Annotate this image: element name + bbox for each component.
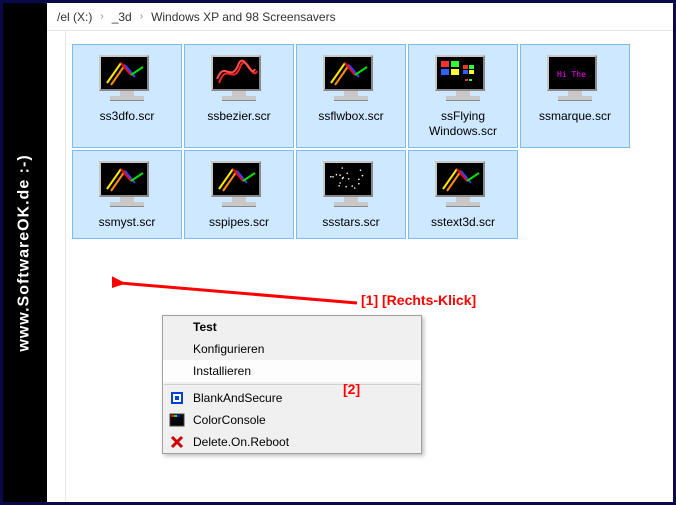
screensaver-icon bbox=[323, 161, 379, 209]
screensaver-icon bbox=[211, 161, 267, 209]
file-explorer-window: /el (X:) › _3d › Windows XP and 98 Scree… bbox=[47, 3, 673, 502]
file-item[interactable]: ssbezier.scr bbox=[185, 45, 293, 147]
menu-label: BlankAndSecure bbox=[193, 391, 282, 405]
svg-text:Hi The: Hi The bbox=[557, 70, 586, 79]
screensaver-icon bbox=[99, 161, 155, 209]
file-label: ssFlying Windows.scr bbox=[411, 109, 515, 139]
pane-divider[interactable] bbox=[65, 31, 66, 502]
file-label: ssmarque.scr bbox=[523, 109, 627, 124]
watermark-sidebar: www.SoftwareOK.de :-) bbox=[3, 3, 47, 502]
breadcrumb-part[interactable]: Windows XP and 98 Screensavers bbox=[147, 10, 340, 24]
screensaver-icon: Hi The bbox=[547, 55, 603, 103]
file-item[interactable]: ss3dfo.scr bbox=[73, 45, 181, 147]
menu-item-blank-and-secure[interactable]: BlankAndSecure bbox=[163, 387, 421, 409]
file-label: ssbezier.scr bbox=[187, 109, 291, 124]
file-label: sspipes.scr bbox=[187, 215, 291, 230]
file-item[interactable]: ssstars.scr bbox=[297, 151, 405, 238]
menu-item-install[interactable]: Installieren bbox=[163, 360, 421, 382]
menu-item-configure[interactable]: Konfigurieren bbox=[163, 338, 421, 360]
file-label: ssflwbox.scr bbox=[299, 109, 403, 124]
menu-label: Installieren bbox=[193, 364, 251, 378]
menu-label: Konfigurieren bbox=[193, 342, 264, 356]
file-item[interactable]: sspipes.scr bbox=[185, 151, 293, 238]
file-item[interactable]: ssflwbox.scr bbox=[297, 45, 405, 147]
file-item[interactable]: ssFlying Windows.scr bbox=[409, 45, 517, 147]
context-menu: Test Konfigurieren Installieren BlankAnd… bbox=[162, 315, 422, 454]
menu-separator bbox=[164, 384, 420, 385]
breadcrumb[interactable]: /el (X:) › _3d › Windows XP and 98 Scree… bbox=[47, 3, 673, 31]
screensaver-icon bbox=[435, 161, 491, 209]
screensaver-icon bbox=[99, 55, 155, 103]
screensaver-icon bbox=[435, 55, 491, 103]
file-label: sstext3d.scr bbox=[411, 215, 515, 230]
screensaver-icon bbox=[211, 55, 267, 103]
watermark-text: www.SoftwareOK.de :-) bbox=[16, 154, 34, 351]
delete-icon bbox=[169, 434, 185, 450]
menu-item-delete-on-reboot[interactable]: Delete.On.Reboot bbox=[163, 431, 421, 453]
file-item[interactable]: Hi The ssmarque.scr bbox=[521, 45, 629, 147]
chevron-right-icon: › bbox=[96, 11, 107, 22]
shield-icon bbox=[169, 390, 185, 406]
file-label: ssstars.scr bbox=[299, 215, 403, 230]
menu-label: ColorConsole bbox=[193, 413, 266, 427]
menu-item-test[interactable]: Test bbox=[163, 316, 421, 338]
breadcrumb-part[interactable]: _3d bbox=[108, 10, 136, 24]
breadcrumb-part[interactable]: /el (X:) bbox=[53, 10, 96, 24]
file-label: ss3dfo.scr bbox=[75, 109, 179, 124]
screensaver-icon bbox=[323, 55, 379, 103]
file-item[interactable]: ssmyst.scr bbox=[73, 151, 181, 238]
chevron-right-icon: › bbox=[136, 11, 147, 22]
file-item[interactable]: sstext3d.scr bbox=[409, 151, 517, 238]
menu-label: Test bbox=[193, 320, 217, 334]
file-label: ssmyst.scr bbox=[75, 215, 179, 230]
menu-label: Delete.On.Reboot bbox=[193, 435, 289, 449]
console-icon bbox=[169, 412, 185, 428]
menu-item-color-console[interactable]: ColorConsole bbox=[163, 409, 421, 431]
